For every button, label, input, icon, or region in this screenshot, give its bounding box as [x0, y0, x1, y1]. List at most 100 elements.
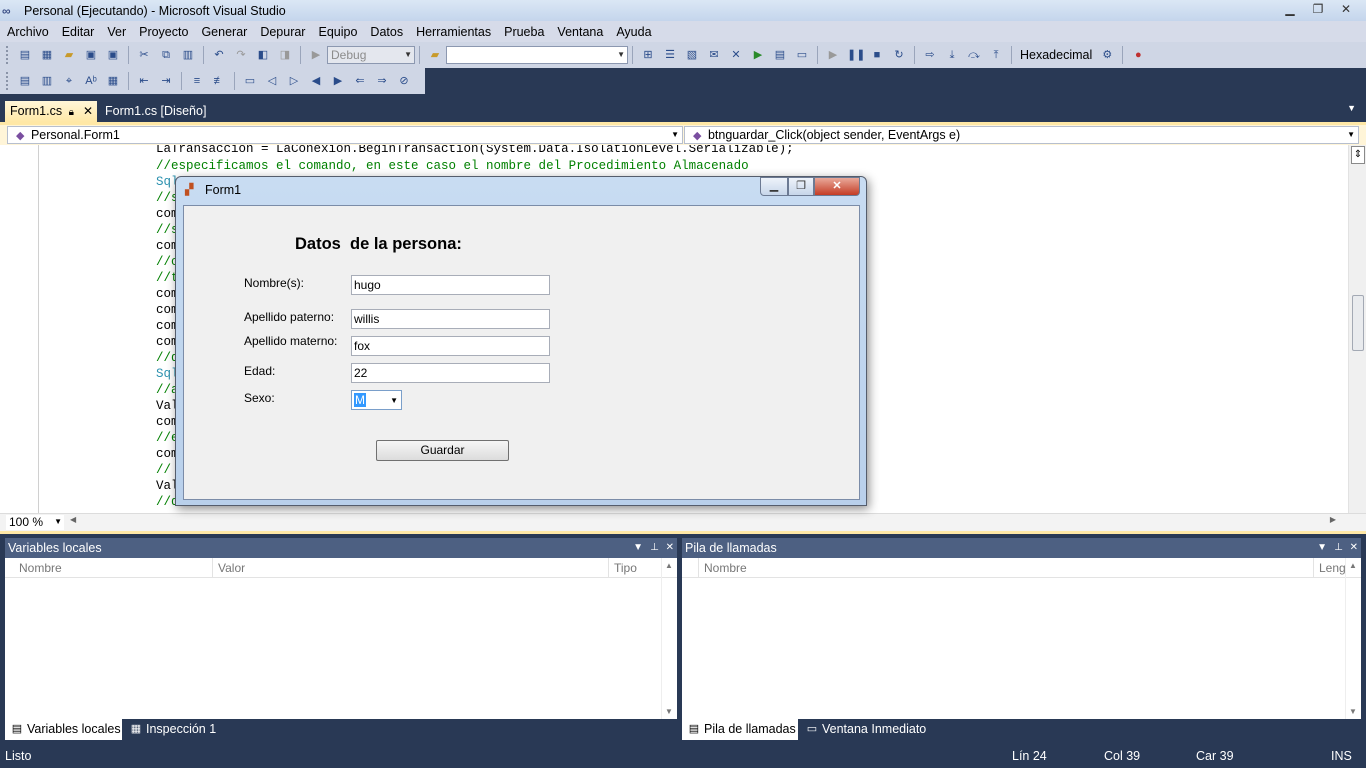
display-object-member-list-icon[interactable]: ▤ [17, 73, 33, 89]
class-combo[interactable]: ◆ Personal.Form1 ▼ [7, 126, 683, 144]
tab-variables-locales[interactable]: ▤ Variables locales [5, 719, 122, 740]
configuration-combo[interactable]: Debug ▼ [327, 46, 415, 64]
copy-icon[interactable]: ⧉ [158, 47, 174, 63]
menu-editar[interactable]: Editar [55, 25, 101, 39]
object-browser-icon[interactable]: ▧ [684, 47, 700, 63]
toolbar-grip[interactable] [6, 46, 10, 64]
tab-inspeccion-1[interactable]: ▦ Inspección 1 [124, 719, 224, 740]
edad-input[interactable]: 22 [351, 363, 550, 383]
previous-bookmark-in-document-icon[interactable]: ⇐ [352, 73, 368, 89]
open-file-icon[interactable]: ▰ [61, 47, 77, 63]
navigate-back-icon[interactable]: ◧ [255, 47, 271, 63]
new-project-icon[interactable]: ▤ [17, 47, 33, 63]
column-header-nombre[interactable]: Nombre [704, 561, 747, 575]
tools-icon[interactable]: ✕ [728, 47, 744, 63]
scroll-up-icon[interactable]: ▲ [1349, 561, 1357, 570]
continue-icon[interactable]: ▶ [825, 47, 841, 63]
apellido-paterno-input[interactable]: willis [351, 309, 550, 329]
clear-bookmarks-icon[interactable]: ⊘ [396, 73, 412, 89]
restart-icon[interactable]: ↻ [891, 47, 907, 63]
step-over-icon[interactable]: ⤼ [966, 47, 982, 63]
undo-icon[interactable]: ↶ [211, 47, 227, 63]
maximize-icon[interactable]: ❐ [788, 177, 814, 196]
minimize-icon[interactable]: ▁ [1276, 0, 1304, 18]
window-position-icon[interactable]: ▼ [1317, 538, 1327, 558]
tab-ventana-inmediato[interactable]: ▭ Ventana Inmediato [800, 719, 940, 740]
menu-proyecto[interactable]: Proyecto [132, 25, 194, 39]
save-icon[interactable]: ▣ [83, 47, 99, 63]
break-all-icon[interactable]: ❚❚ [847, 47, 865, 63]
pin-icon[interactable]: ⊥ [650, 538, 659, 558]
breakpoints-icon[interactable]: ● [1130, 47, 1146, 63]
toolbox-icon[interactable]: ✉ [706, 47, 722, 63]
comment-lines-icon[interactable]: ≡ [189, 73, 205, 89]
menu-prueba[interactable]: Prueba [497, 25, 550, 39]
paste-icon[interactable]: ▥ [180, 47, 196, 63]
next-bookmark-icon[interactable]: ▷ [286, 73, 302, 89]
pin-icon[interactable]: ⊥ [1334, 538, 1343, 558]
find-in-files-icon[interactable]: ▰ [427, 47, 443, 63]
column-header-valor[interactable]: Valor [218, 561, 245, 575]
guardar-button[interactable]: Guardar [376, 440, 509, 461]
scroll-down-icon[interactable]: ▼ [665, 707, 673, 716]
split-handle-icon[interactable]: ⇕ [1351, 146, 1365, 164]
maximize-icon[interactable]: ❐ [1304, 0, 1332, 18]
step-into-icon[interactable]: ⤓ [944, 47, 960, 63]
uncomment-lines-icon[interactable]: ≢ [211, 73, 227, 89]
minimize-icon[interactable]: ▁ [760, 177, 788, 196]
previous-bookmark-icon[interactable]: ◁ [264, 73, 280, 89]
member-combo[interactable]: ◆ btnguardar_Click(object sender, EventA… [684, 126, 1359, 144]
display-options-icon[interactable]: ▦ [105, 73, 121, 89]
column-divider[interactable] [1313, 558, 1314, 578]
scroll-thumb[interactable] [1352, 295, 1364, 351]
locals-scrollbar[interactable]: ▲ ▼ [661, 558, 677, 719]
column-header-lenguaje[interactable]: Leng [1319, 561, 1346, 575]
previous-bookmark-in-folder-icon[interactable]: ◀ [308, 73, 324, 89]
navigate-forward-icon[interactable]: ◨ [277, 47, 293, 63]
toolbar-grip[interactable] [6, 72, 10, 90]
scroll-left-icon[interactable]: ◀ [70, 515, 76, 524]
menu-datos[interactable]: Datos [363, 25, 409, 39]
column-header-nombre[interactable]: Nombre [19, 561, 62, 575]
menu-ventana[interactable]: Ventana [550, 25, 609, 39]
redo-icon[interactable]: ↷ [233, 47, 249, 63]
menu-ayuda[interactable]: Ayuda [609, 25, 657, 39]
start-debug-icon[interactable]: ▶ [308, 47, 324, 63]
column-divider[interactable] [212, 558, 213, 578]
apellido-materno-input[interactable]: fox [351, 336, 550, 356]
scroll-right-icon[interactable]: ▶ [1330, 515, 1336, 524]
call-stack-scrollbar[interactable]: ▲ ▼ [1345, 558, 1361, 719]
decrease-indent-icon[interactable]: ⇤ [136, 73, 152, 89]
column-divider[interactable] [608, 558, 609, 578]
form1-window[interactable]: ▞ Form1 ▁ ❐ ✕ Datos de la persona: Nombr… [175, 176, 867, 506]
tab-overflow-icon[interactable]: ▼ [1347, 103, 1356, 113]
close-icon[interactable]: ✕ [1332, 0, 1360, 18]
close-tab-icon[interactable]: ✕ [83, 101, 93, 121]
class-view-icon[interactable]: ▤ [772, 47, 788, 63]
close-icon[interactable]: ✕ [1350, 538, 1358, 558]
command-window-icon[interactable]: ▭ [794, 47, 810, 63]
extension-manager-icon[interactable]: ▶ [750, 47, 766, 63]
hexadecimal-toggle[interactable]: Hexadecimal [1020, 48, 1092, 62]
next-bookmark-in-document-icon[interactable]: ⇒ [374, 73, 390, 89]
increase-indent-icon[interactable]: ⇥ [158, 73, 174, 89]
properties-icon[interactable]: ☰ [662, 47, 678, 63]
tab-form1-cs[interactable]: Form1.cs 🔒︎ ✕ [5, 101, 97, 122]
next-bookmark-in-folder-icon[interactable]: ▶ [330, 73, 346, 89]
menu-archivo[interactable]: Archivo [0, 25, 55, 39]
menu-herramientas[interactable]: Herramientas [409, 25, 497, 39]
threads-icon[interactable]: ⚙ [1099, 47, 1115, 63]
window-position-icon[interactable]: ▼ [633, 538, 643, 558]
tab-pila-de-llamadas[interactable]: ▤ Pila de llamadas [682, 719, 798, 740]
word-completion-icon[interactable]: Aᵇ [83, 73, 99, 89]
close-icon[interactable]: ✕ [666, 538, 674, 558]
sexo-select[interactable]: M ▼ [351, 390, 402, 410]
editor-vertical-scrollbar[interactable]: ⇕ [1348, 145, 1366, 513]
cut-icon[interactable]: ✂ [136, 47, 152, 63]
tab-form1-designer[interactable]: Form1.cs [Diseño] 🔒︎ [100, 101, 215, 138]
zoom-combo[interactable]: 100 % ▼ [6, 515, 64, 530]
show-next-statement-icon[interactable]: ⇨ [922, 47, 938, 63]
menu-generar[interactable]: Generar [194, 25, 253, 39]
scroll-up-icon[interactable]: ▲ [665, 561, 673, 570]
toggle-bookmark-icon[interactable]: ▭ [242, 73, 258, 89]
